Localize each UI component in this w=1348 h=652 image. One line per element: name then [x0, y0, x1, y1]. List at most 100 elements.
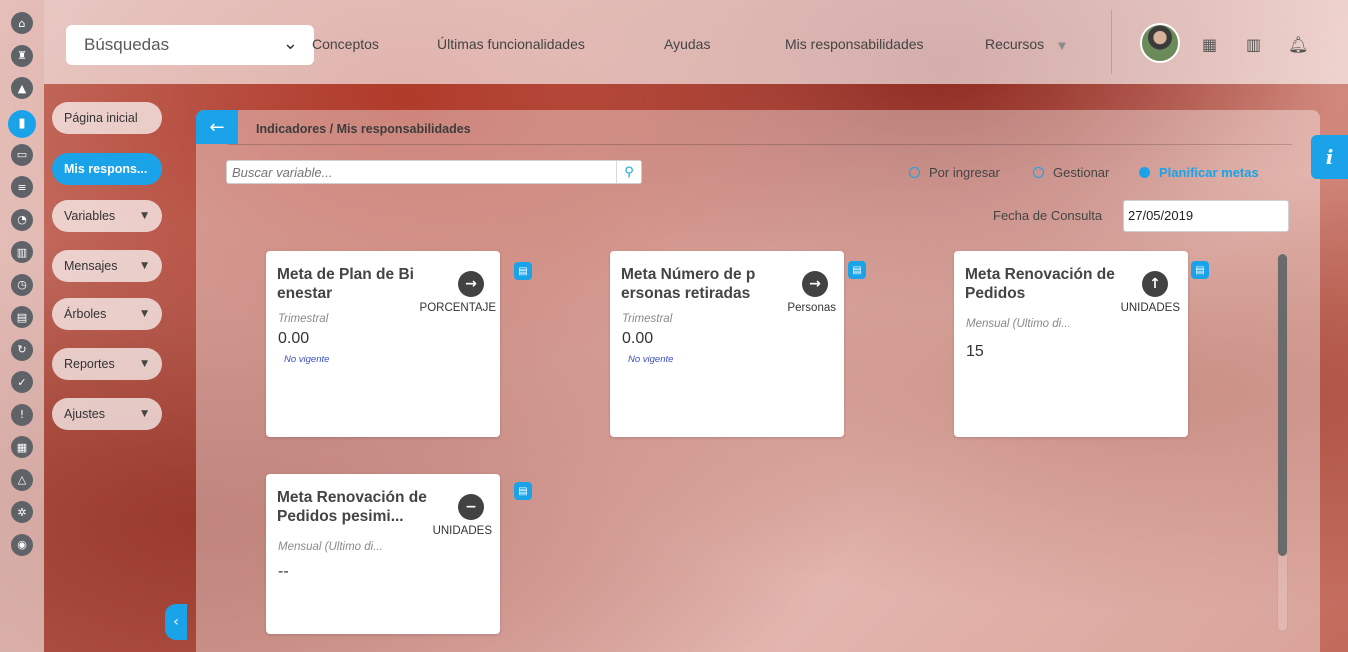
caret-down-icon: ▼ — [141, 409, 148, 419]
indicator-card[interactable]: Meta Número de p ersonas retiradas → Per… — [610, 251, 844, 437]
menu-pagina-inicial-label: Página inicial — [64, 111, 138, 125]
card-unit: UNIDADES — [432, 525, 492, 537]
menu-mensajes-label: Mensajes — [64, 259, 118, 273]
tower-icon[interactable]: ♜ — [11, 44, 33, 67]
calendar-icon[interactable]: ▦ — [1202, 35, 1217, 54]
network-icon[interactable]: △ — [11, 468, 33, 491]
nav-conceptos[interactable]: Conceptos — [312, 36, 379, 52]
arrow-left-icon: ← — [209, 116, 225, 138]
nav-mis-responsabilidades[interactable]: Mis responsabilidades — [785, 36, 924, 52]
chevron-down-icon: ⌄ — [282, 33, 298, 54]
date-field[interactable]: 27/05/2019 — [1123, 200, 1289, 232]
clock-icon[interactable]: ◷ — [11, 273, 33, 296]
card-title: Meta Renovación de Pedidos pesimi... — [277, 489, 427, 525]
nav-ayudas[interactable]: Ayudas — [664, 36, 710, 52]
arrow-right-icon: → — [458, 271, 484, 297]
database-icon[interactable]: ◉ — [11, 533, 33, 556]
card-status: No vigente — [628, 354, 674, 365]
chart-icon[interactable]: ▮ — [8, 109, 36, 138]
info-icon[interactable]: i — [1311, 135, 1348, 179]
radio-dot — [909, 167, 920, 178]
variable-search-input[interactable] — [226, 160, 642, 184]
indicator-card[interactable]: Meta Renovación de Pedidos pesimi... − U… — [266, 474, 500, 634]
card-title: Meta de Plan de Bi enestar — [277, 266, 414, 302]
up-triangle-icon[interactable]: ▲ — [11, 77, 33, 99]
divider — [228, 144, 1292, 145]
date-label: Fecha de Consulta — [993, 208, 1103, 223]
card-period: Trimestral — [278, 313, 329, 325]
avatar[interactable] — [1140, 23, 1180, 63]
search-category-select[interactable]: Búsquedas ⌄ — [66, 25, 314, 65]
menu-variables[interactable]: Variables ▼ — [52, 200, 162, 232]
back-button[interactable]: ← — [196, 110, 238, 144]
indicator-card[interactable]: Meta de Plan de Bi enestar → PORCENTAJE … — [266, 251, 500, 437]
indicator-card[interactable]: Meta Renovación de Pedidos ↑ UNIDADES Me… — [954, 251, 1188, 437]
menu-reportes-label: Reportes — [64, 357, 115, 371]
menu-pagina-inicial[interactable]: Página inicial — [52, 102, 162, 134]
card-unit: UNIDADES — [1120, 302, 1180, 314]
nav-ultimas-funcionalidades[interactable]: Últimas funcionalidades — [437, 36, 585, 52]
menu-mis-responsabilidades[interactable]: Mis respons... — [52, 153, 162, 185]
home-icon[interactable]: ⌂ — [11, 12, 33, 34]
menu-ajustes[interactable]: Ajustes ▼ — [52, 398, 162, 430]
radio-por-ingresar[interactable]: Por ingresar — [909, 165, 1000, 180]
card-title: Meta Renovación de Pedidos — [965, 266, 1115, 302]
card-title: Meta Número de p ersonas retiradas — [621, 266, 756, 302]
arrow-up-icon: ↑ — [1142, 271, 1168, 297]
comment-icon[interactable]: ▤ — [1191, 261, 1209, 279]
check-icon[interactable]: ✓ — [11, 371, 33, 393]
comment-icon[interactable]: ▤ — [514, 482, 532, 500]
document-icon[interactable]: ▤ — [11, 306, 33, 328]
arrow-right-icon: → — [802, 271, 828, 297]
top-bar: Búsquedas ⌄ Conceptos Últimas funcionali… — [44, 0, 1348, 84]
top-divider — [1111, 10, 1112, 74]
left-icon-rail: ⌂ ♜ ▲ ▮ ▭ ≡ ◔ ▥ ◷ ▤ ↻ ✓ ! ▦ △ ✲ ◉ — [0, 0, 44, 652]
pie-icon[interactable]: ◔ — [11, 208, 33, 231]
card-value: 0.00 — [622, 330, 654, 347]
card-period: Trimestral — [622, 313, 673, 325]
radio-planificar-metas[interactable]: Planificar metas — [1139, 165, 1259, 180]
book-icon[interactable]: ▥ — [11, 241, 33, 263]
radio-dot — [1033, 167, 1044, 178]
book-icon[interactable]: ▥ — [1246, 35, 1261, 54]
search-category-label: Búsquedas — [84, 35, 170, 54]
menu-mensajes[interactable]: Mensajes ▼ — [52, 250, 162, 282]
nav-recursos-label: Recursos — [985, 36, 1045, 52]
monitor-icon[interactable]: ▭ — [11, 143, 33, 166]
comment-icon[interactable]: ▤ — [848, 261, 866, 279]
radio-label: Gestionar — [1053, 165, 1110, 180]
collapse-menu-button[interactable]: ‹ — [165, 604, 187, 640]
bell-icon[interactable]: 🔔︎ — [1288, 35, 1308, 54]
calendar-icon[interactable]: ▦ — [11, 436, 33, 458]
card-period: Mensual (Ultimo di... — [966, 318, 1071, 330]
menu-ajustes-label: Ajustes — [64, 407, 105, 421]
search-icon[interactable]: ⚲ — [616, 161, 641, 183]
card-value: 0.00 — [278, 330, 310, 347]
card-unit: Personas — [787, 302, 836, 314]
cycle-icon[interactable]: ↻ — [11, 338, 33, 361]
comment-icon[interactable]: ▤ — [514, 262, 532, 280]
menu-arboles-label: Árboles — [64, 307, 107, 321]
caret-down-icon: ▼ — [141, 309, 148, 319]
radio-gestionar[interactable]: Gestionar — [1033, 165, 1109, 180]
nav-recursos[interactable]: Recursos ▼ — [985, 36, 1066, 52]
breadcrumb: Indicadores / Mis responsabilidades — [256, 122, 471, 136]
warning-icon[interactable]: ! — [11, 403, 33, 426]
menu-arboles[interactable]: Árboles ▼ — [52, 298, 162, 330]
lines-icon[interactable]: ≡ — [11, 176, 33, 198]
menu-mis-responsabilidades-label: Mis respons... — [64, 162, 148, 176]
menu-reportes[interactable]: Reportes ▼ — [52, 348, 162, 380]
caret-down-icon: ▼ — [141, 261, 148, 271]
menu-variables-label: Variables — [64, 209, 116, 223]
card-status: No vigente — [284, 354, 330, 365]
card-unit: PORCENTAJE — [419, 302, 496, 314]
caret-down-icon: ▼ — [141, 359, 148, 369]
radio-label: Por ingresar — [929, 165, 1000, 180]
card-value: 15 — [966, 343, 984, 360]
radio-label: Planificar metas — [1159, 165, 1259, 180]
card-period: Mensual (Ultimo di... — [278, 541, 383, 553]
chevron-left-icon: ‹ — [173, 614, 179, 630]
scrollbar-thumb[interactable] — [1278, 254, 1287, 556]
main-panel: ← Indicadores / Mis responsabilidades ⚲ … — [196, 110, 1320, 652]
gear-icon[interactable]: ✲ — [11, 501, 33, 523]
